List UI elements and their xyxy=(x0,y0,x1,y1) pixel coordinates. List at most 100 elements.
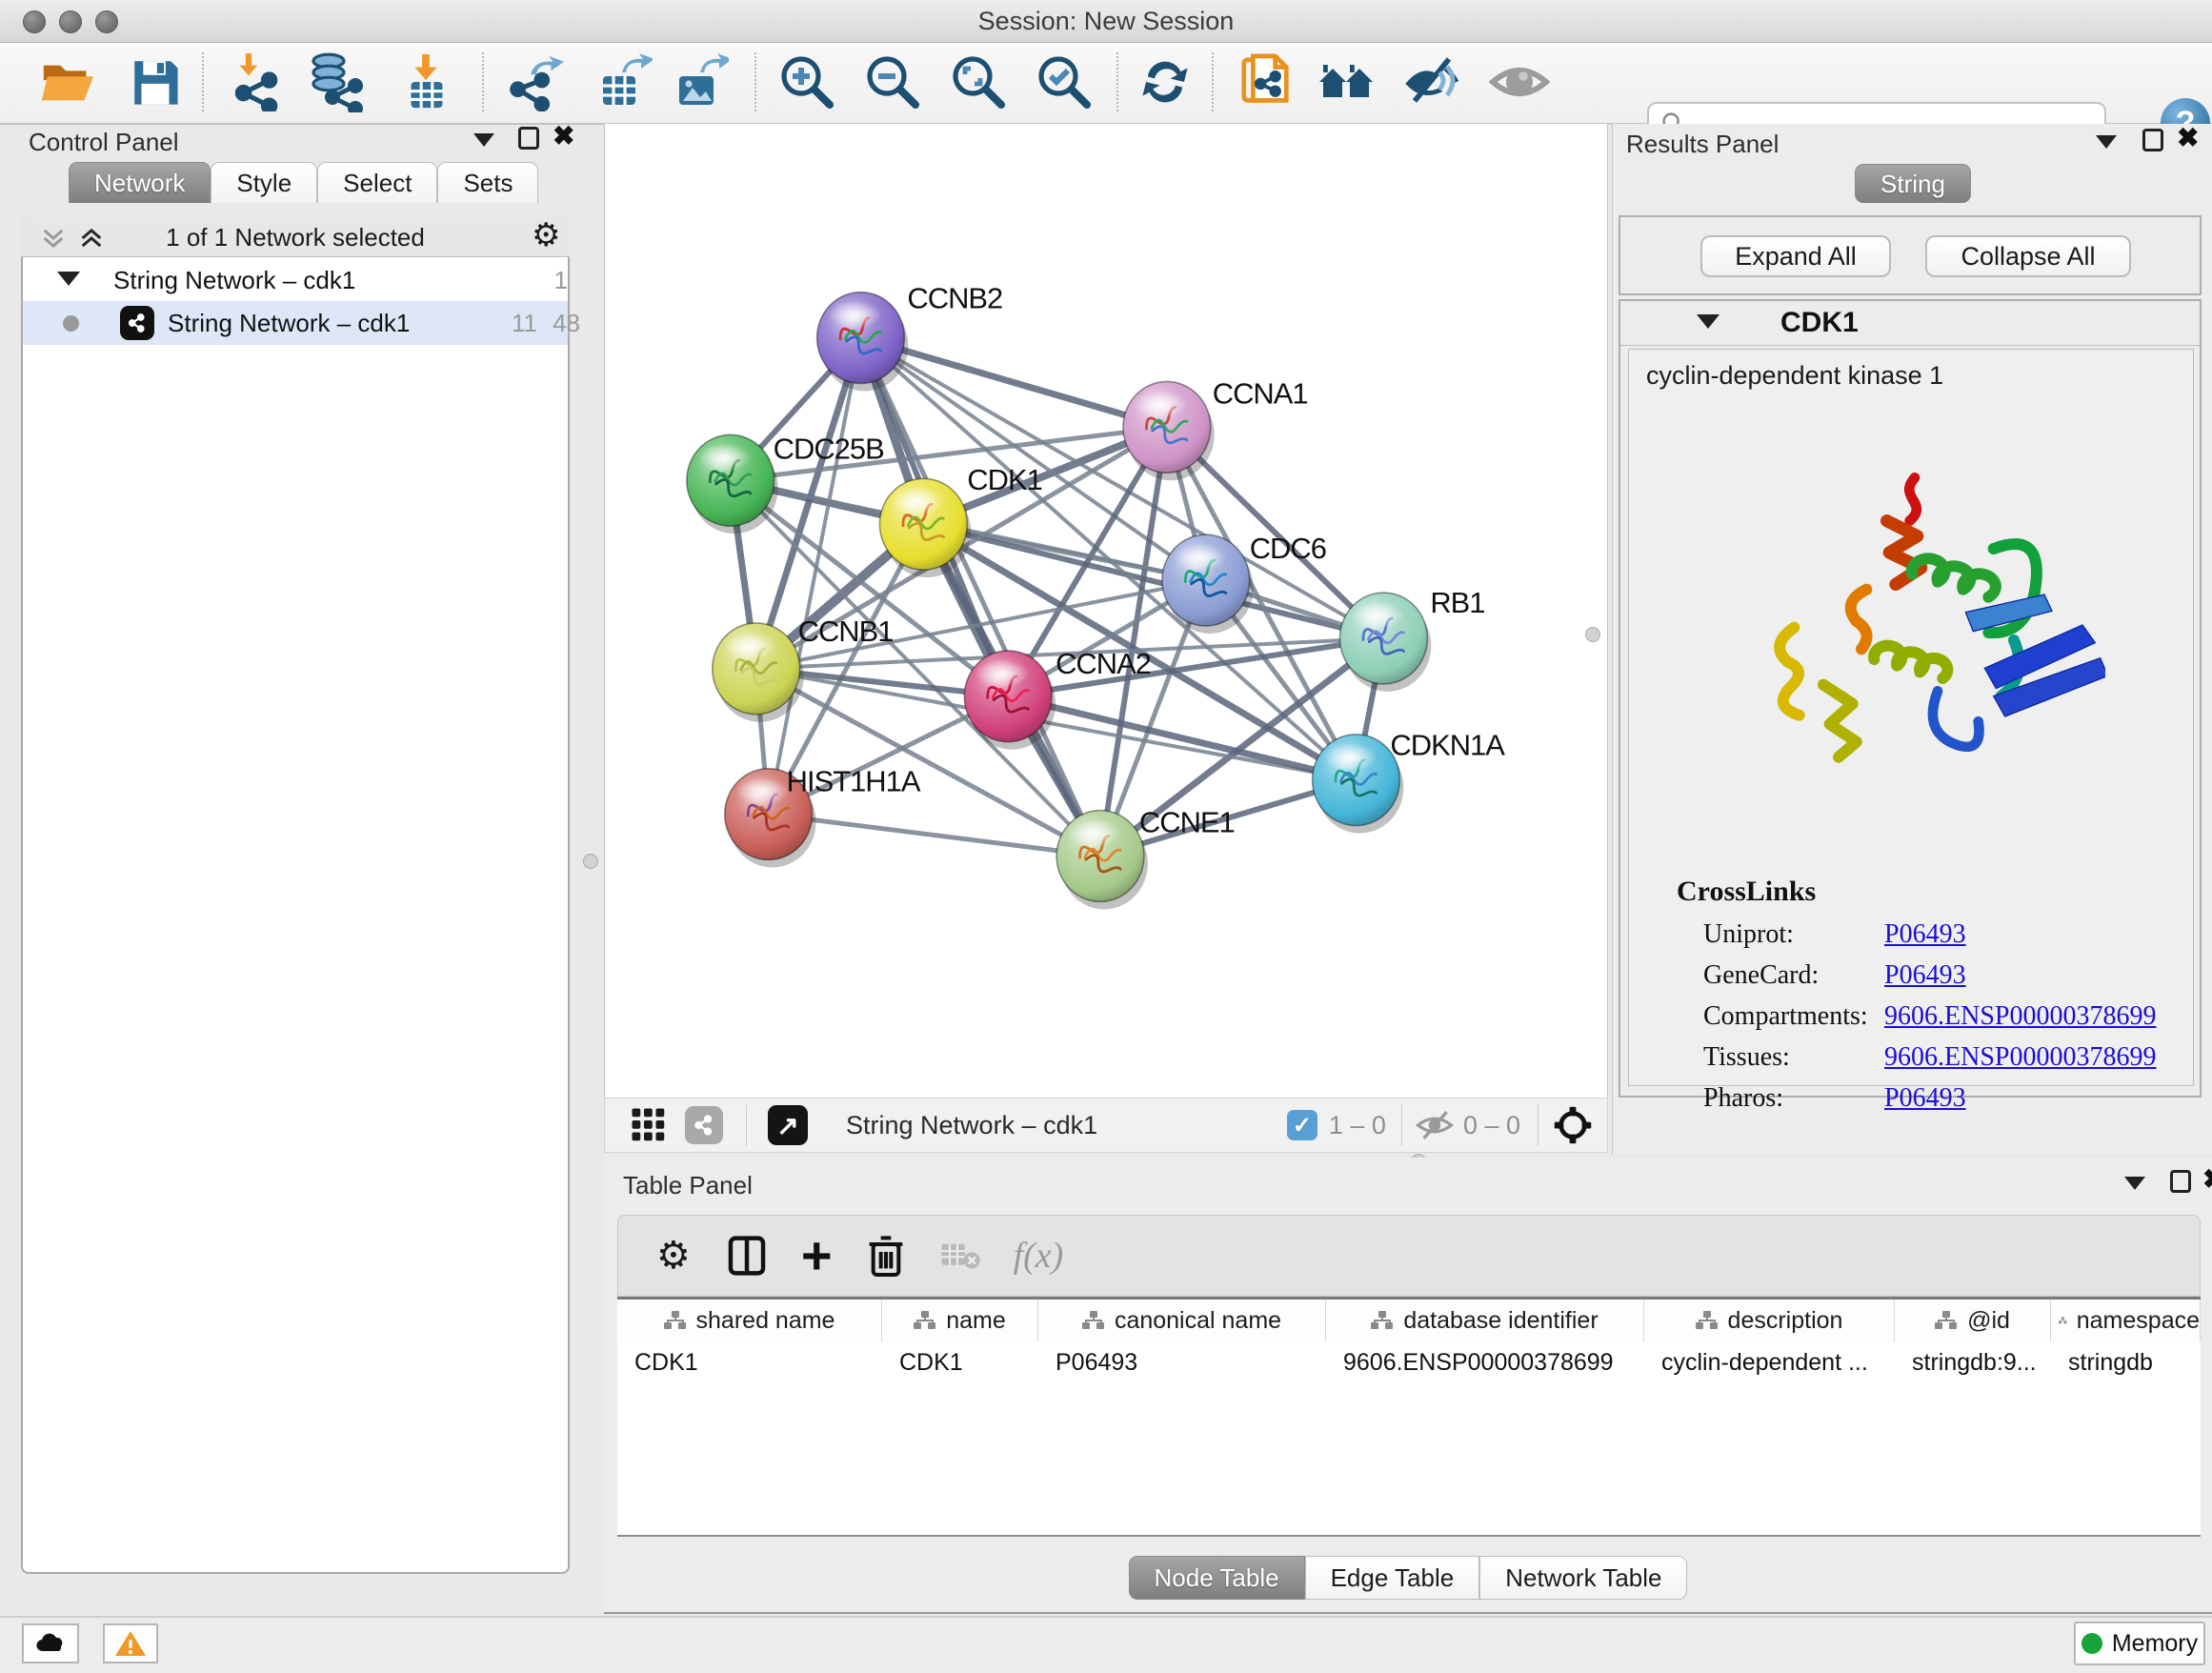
save-session-icon[interactable] xyxy=(124,50,187,113)
expand-collapse-box: Expand All Collapse All xyxy=(1619,215,2202,295)
tab-style[interactable]: Style xyxy=(211,162,317,203)
results-panel: Results Panel ✖ String Expand All Collap… xyxy=(1612,124,2212,1155)
table-cell[interactable]: stringdb:9... xyxy=(1912,1345,2037,1380)
import-table-icon[interactable] xyxy=(394,50,457,113)
delete-table-icon[interactable] xyxy=(939,1239,981,1273)
collapse-all-button[interactable]: Collapse All xyxy=(1925,235,2131,277)
network-node-cdk1[interactable] xyxy=(879,478,971,577)
table-cell[interactable]: stringdb xyxy=(2068,1345,2153,1380)
add-column-icon[interactable]: + xyxy=(801,1237,833,1275)
table-tabs: Node TableEdge TableNetwork Table xyxy=(604,1556,2212,1600)
crosslink-uniprot-link[interactable]: P06493 xyxy=(1884,919,1966,950)
zoom-selected-icon[interactable] xyxy=(1033,50,1096,113)
open-file-icon[interactable] xyxy=(36,50,99,113)
tab-edge-table[interactable]: Edge Table xyxy=(1305,1556,1480,1600)
tab-node-table[interactable]: Node Table xyxy=(1129,1556,1305,1600)
table-cell[interactable]: 9606.ENSP00000378699 xyxy=(1343,1345,1614,1380)
network-node-ccne1[interactable] xyxy=(1056,811,1148,910)
warning-status-button[interactable] xyxy=(103,1623,158,1663)
tab-select[interactable]: Select xyxy=(317,162,437,203)
collection-expand-icon[interactable] xyxy=(57,272,80,286)
column-header[interactable]: name xyxy=(882,1300,1038,1341)
crosslink-tissues-link[interactable]: 9606.ENSP00000378699 xyxy=(1884,1042,2156,1073)
column-header[interactable]: @id xyxy=(1895,1300,2051,1341)
network-row-selected[interactable]: String Network – cdk1 11 48 xyxy=(23,301,568,345)
selected-nodes-checkbox[interactable]: ✓ xyxy=(1287,1110,1317,1140)
right-split-handle[interactable] xyxy=(1585,627,1600,642)
column-header[interactable]: description xyxy=(1644,1300,1895,1341)
control-panel-close-icon[interactable]: ✖ xyxy=(553,125,574,148)
string-network-graph[interactable]: CCNB2CCNA1CDC25BCDK1CDC6RB1CCNB1CCNA2CDK… xyxy=(605,124,1607,1096)
network-node-cdc25b[interactable] xyxy=(687,434,778,534)
column-header[interactable]: database identifier xyxy=(1326,1300,1644,1341)
results-panel-close-icon[interactable]: ✖ xyxy=(2177,127,2199,150)
show-eye-icon[interactable] xyxy=(1488,50,1551,113)
table-panel-close-icon[interactable]: ✖ xyxy=(2202,1168,2212,1191)
results-panel-float-icon[interactable] xyxy=(2142,129,2163,151)
table-panel-collapse-icon[interactable] xyxy=(2124,1177,2145,1190)
results-gene-box: CDK1 cyclin-dependent kinase 1 xyxy=(1619,299,2202,1098)
zoom-fit-icon[interactable] xyxy=(947,50,1010,113)
crosslink-compartments-link[interactable]: 9606.ENSP00000378699 xyxy=(1884,1001,2156,1032)
column-header[interactable]: namespace xyxy=(2051,1300,2201,1341)
network-edge[interactable] xyxy=(1100,427,1167,856)
tab-string[interactable]: String xyxy=(1855,164,1971,203)
grid-view-icon[interactable] xyxy=(630,1106,668,1144)
table-cell[interactable]: CDK1 xyxy=(899,1345,963,1380)
hide-unhide-icon[interactable] xyxy=(1400,50,1463,113)
network-node-ccna2[interactable] xyxy=(964,651,1056,750)
export-image-icon[interactable] xyxy=(667,50,730,113)
results-panel-collapse-icon[interactable] xyxy=(2096,135,2117,149)
table-cell[interactable]: P06493 xyxy=(1056,1345,1137,1380)
node-label-cdkn1a: CDKN1A xyxy=(1390,729,1505,762)
tab-network-table[interactable]: Network Table xyxy=(1479,1556,1687,1600)
crosslink-pharos-link[interactable]: P06493 xyxy=(1884,1083,1966,1114)
refresh-icon[interactable] xyxy=(1134,50,1196,113)
toolbar-separator xyxy=(746,1104,747,1146)
birds-eye-view-icon[interactable]: ↗ xyxy=(768,1105,808,1145)
column-header[interactable]: shared name xyxy=(617,1300,882,1341)
network-canvas[interactable]: CCNB2CCNA1CDC25BCDK1CDC6RB1CCNB1CCNA2CDK… xyxy=(604,124,1608,1098)
memory-button[interactable]: Memory xyxy=(2074,1622,2205,1665)
table-settings-gear-icon[interactable]: ⚙ xyxy=(656,1240,691,1272)
network-view-toolbar: ↗ String Network – cdk1 ✓ 1 – 0 0 – 0 xyxy=(604,1098,1608,1153)
network-options-gear-icon[interactable]: ⚙ xyxy=(532,219,560,252)
control-panel-collapse-icon[interactable] xyxy=(473,133,494,147)
export-network-icon[interactable] xyxy=(503,50,566,113)
string-import-icon[interactable] xyxy=(1235,50,1297,113)
import-network-from-database-icon[interactable] xyxy=(303,50,366,113)
node-label-ccne1: CCNE1 xyxy=(1139,806,1235,839)
network-node-ccna1[interactable] xyxy=(1123,381,1215,480)
gene-header-row[interactable]: CDK1 xyxy=(1620,301,2200,346)
tab-network[interactable]: Network xyxy=(69,162,211,203)
control-panel-float-icon[interactable] xyxy=(518,127,539,150)
crosslink-genecard-link[interactable]: P06493 xyxy=(1884,960,1966,991)
column-header[interactable]: canonical name xyxy=(1038,1300,1326,1341)
zoom-in-icon[interactable] xyxy=(775,50,838,113)
pan-crosshair-icon[interactable] xyxy=(1552,1104,1594,1146)
network-collection-row[interactable]: String Network – cdk1 1 xyxy=(23,259,568,301)
table-panel-title: Table Panel xyxy=(623,1171,753,1200)
table-cell[interactable]: CDK1 xyxy=(634,1345,698,1380)
import-network-icon[interactable] xyxy=(227,50,290,113)
string-view-icon[interactable] xyxy=(685,1106,723,1144)
zoom-out-icon[interactable] xyxy=(861,50,924,113)
home-network-icon[interactable] xyxy=(1315,50,1377,113)
node-table[interactable]: shared name name canonical name database… xyxy=(617,1297,2201,1537)
table-panel-float-icon[interactable] xyxy=(2170,1170,2191,1193)
cloud-status-button[interactable] xyxy=(22,1623,79,1663)
gene-collapse-icon[interactable] xyxy=(1697,314,1719,329)
left-split-handle[interactable] xyxy=(583,854,598,869)
show-columns-icon[interactable] xyxy=(727,1234,767,1278)
crosslink-label: Pharos: xyxy=(1703,1083,1783,1114)
table-cell[interactable]: cyclin-dependent ... xyxy=(1661,1345,1868,1380)
network-node-ccnb2[interactable] xyxy=(817,292,909,392)
delete-column-icon[interactable] xyxy=(867,1234,905,1278)
memory-status-dot xyxy=(2081,1633,2102,1654)
expand-all-button[interactable]: Expand All xyxy=(1700,235,1891,277)
export-table-icon[interactable] xyxy=(591,50,654,113)
tab-sets[interactable]: Sets xyxy=(437,162,538,203)
network-node-rb1[interactable] xyxy=(1340,593,1432,692)
function-builder-icon[interactable]: f(x) xyxy=(1014,1235,1064,1277)
network-edge[interactable] xyxy=(769,815,1100,857)
